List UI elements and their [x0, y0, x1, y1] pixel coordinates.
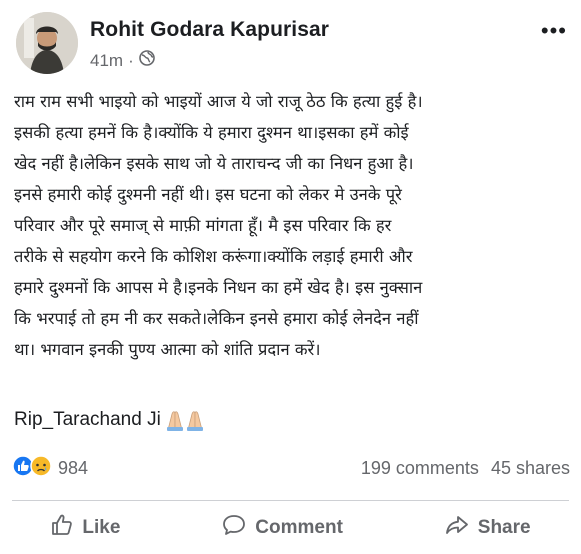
shares-count[interactable]: 45 shares [491, 458, 570, 479]
post-text-line: इसकी हत्या हमनें कि है।क्योंकि ये हमारा … [14, 123, 409, 142]
comment-button[interactable]: Comment [221, 513, 343, 543]
post-text: राम राम सभी भाइयो को भाइयों आज ये जो राज… [14, 86, 570, 365]
post-text-line: था। भगवान इनकी पुण्य आत्मा को शांति प्रद… [14, 340, 321, 359]
post-header: Rohit Godara Kapurisar 41m · ••• [10, 12, 571, 78]
like-button[interactable]: Like [50, 513, 120, 543]
divider [12, 500, 569, 501]
avatar-image [16, 12, 78, 74]
post-time[interactable]: 41m [90, 51, 123, 71]
reactions-summary[interactable]: 984 [12, 455, 88, 482]
like-label: Like [82, 517, 121, 538]
comment-icon [221, 513, 247, 543]
share-label: Share [477, 517, 531, 538]
engagement-counts: 199 comments 45 shares [361, 458, 570, 479]
globe-icon [138, 50, 155, 71]
avatar[interactable] [16, 12, 78, 74]
author-name[interactable]: Rohit Godara Kapurisar [90, 18, 329, 42]
rip-line: Rip_Tarachand Ji [14, 408, 208, 432]
post-text-line: तरीके से सहयोग करने कि कोशिश करूंगा।क्यो… [14, 247, 413, 266]
comments-count[interactable]: 199 comments [361, 458, 479, 479]
sad-reaction-icon [30, 455, 52, 482]
post-text-line: हमारे दुश्मनों कि आपस मे है।इनके निधन का… [14, 278, 423, 297]
action-bar: Like Comment Share [0, 505, 581, 551]
post-text-line: कि भरपाई तो हम नी कर सकते।लेकिन इनसे हमा… [14, 309, 419, 328]
post-text-line: राम राम सभी भाइयो को भाइयों आज ये जो राज… [14, 92, 423, 111]
share-button[interactable]: Share [444, 513, 531, 543]
post-text-line: इनसे हमारी कोई दुश्मनी नहीं थी। इस घटना … [14, 185, 402, 204]
post-text-line: परिवार और पूरे समाज् से माफ़ी मांगता हूँ… [14, 216, 392, 235]
post-stats: 984 199 comments 45 shares [12, 455, 572, 485]
folded-hands-icon [164, 408, 208, 432]
post-meta: 41m · [90, 50, 155, 71]
comment-label: Comment [255, 517, 343, 538]
thumbs-up-icon [50, 513, 74, 543]
rip-text: Rip_Tarachand Ji [14, 409, 161, 430]
share-icon [444, 513, 470, 543]
post-text-line: खेद नहीं है।लेकिन इसके साथ जो ये ताराचन्… [14, 154, 414, 173]
more-options-icon[interactable]: ••• [541, 18, 567, 44]
meta-separator: · [128, 50, 134, 70]
reaction-count: 984 [58, 458, 89, 478]
